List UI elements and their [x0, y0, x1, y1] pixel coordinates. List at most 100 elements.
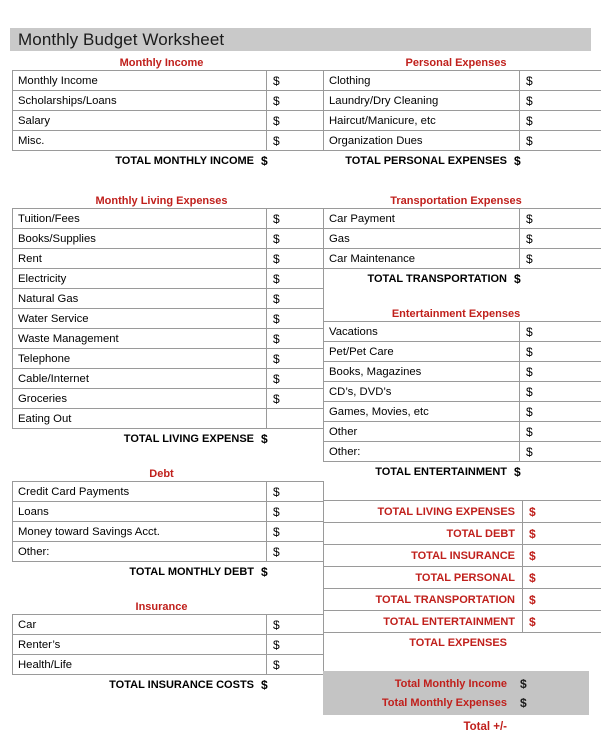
table-row[interactable]: Scholarships/Loans $	[12, 90, 324, 111]
row-value[interactable]: $	[266, 348, 324, 369]
table-row[interactable]: Water Service $	[12, 308, 324, 329]
table-row[interactable]: Vacations $	[323, 321, 601, 342]
table-row[interactable]: Other $	[323, 421, 601, 442]
table-row[interactable]: Groceries $	[12, 388, 324, 409]
summary-value[interactable]: $	[522, 610, 601, 633]
summary-value[interactable]: $	[522, 544, 601, 567]
table-row[interactable]: Games, Movies, etc $	[323, 401, 601, 422]
summary-value[interactable]: $	[522, 588, 601, 611]
table-row[interactable]: Eating Out	[12, 408, 324, 429]
total-value[interactable]: $	[514, 272, 521, 286]
row-value[interactable]: $	[519, 130, 601, 151]
row-value[interactable]: $	[266, 130, 324, 151]
row-value[interactable]: $	[519, 341, 601, 362]
total-label: TOTAL TRANSPORTATION	[367, 272, 507, 285]
table-row[interactable]: Clothing $	[323, 70, 601, 91]
row-value[interactable]: $	[266, 308, 324, 329]
grand-total-value[interactable]: $	[514, 696, 527, 710]
table-row[interactable]: Renter’s $	[12, 634, 324, 655]
summary-value[interactable]: $	[522, 522, 601, 545]
row-value[interactable]: $	[519, 441, 601, 462]
table-row[interactable]: Money toward Savings Acct. $	[12, 521, 324, 542]
table-row[interactable]: Car $	[12, 614, 324, 635]
table-row[interactable]: Health/Life $	[12, 654, 324, 675]
row-value[interactable]: $	[519, 421, 601, 442]
row-value[interactable]: $	[519, 228, 601, 249]
row-value[interactable]: $	[519, 70, 601, 91]
table-row[interactable]: Natural Gas $	[12, 288, 324, 309]
row-value[interactable]: $	[519, 321, 601, 342]
row-value[interactable]	[266, 408, 324, 429]
row-value[interactable]: $	[519, 401, 601, 422]
table-row[interactable]: Haircut/Manicure, etc $	[323, 110, 601, 131]
table-debt: Credit Card Payments $ Loans $ Money tow…	[12, 481, 324, 562]
table-row[interactable]: Other: $	[323, 441, 601, 462]
table-row[interactable]: Cable/Internet $	[12, 368, 324, 389]
table-row[interactable]: Car Payment $	[323, 208, 601, 229]
table-row[interactable]: Electricity $	[12, 268, 324, 289]
total-value[interactable]: $	[261, 678, 268, 692]
row-value[interactable]: $	[519, 208, 601, 229]
table-row[interactable]: Car Maintenance $	[323, 248, 601, 269]
table-row[interactable]: TOTAL ENTERTAINMENT $	[323, 610, 601, 633]
section-heading-insurance: Insurance	[135, 601, 188, 613]
row-value[interactable]: $	[266, 228, 324, 249]
row-value[interactable]: $	[266, 268, 324, 289]
summary-value[interactable]: $	[522, 500, 601, 523]
table-row[interactable]: Books, Magazines $	[323, 361, 601, 382]
table-row[interactable]: CD’s, DVD’s $	[323, 381, 601, 402]
summary-label: TOTAL ENTERTAINMENT	[323, 610, 523, 633]
table-row[interactable]: TOTAL PERSONAL $	[323, 566, 601, 589]
row-value[interactable]: $	[519, 381, 601, 402]
row-value[interactable]: $	[266, 328, 324, 349]
table-row[interactable]: Rent $	[12, 248, 324, 269]
total-value[interactable]: $	[514, 154, 521, 168]
grand-total-row-income[interactable]: Total Monthly Income $	[323, 674, 589, 693]
total-value[interactable]: $	[261, 565, 268, 579]
table-row[interactable]: Loans $	[12, 501, 324, 522]
row-value[interactable]: $	[266, 70, 324, 91]
table-row[interactable]: Salary $	[12, 110, 324, 131]
total-value[interactable]: $	[514, 465, 521, 479]
row-value[interactable]: $	[266, 654, 324, 675]
row-value[interactable]: $	[266, 110, 324, 131]
summary-value[interactable]: $	[522, 566, 601, 589]
table-row[interactable]: TOTAL INSURANCE $	[323, 544, 601, 567]
table-row[interactable]: Tuition/Fees $	[12, 208, 324, 229]
row-value[interactable]: $	[266, 501, 324, 522]
row-value[interactable]: $	[266, 521, 324, 542]
table-row[interactable]: Misc. $	[12, 130, 324, 151]
row-value[interactable]: $	[266, 634, 324, 655]
table-row[interactable]: Gas $	[323, 228, 601, 249]
row-value[interactable]: $	[519, 90, 601, 111]
table-row[interactable]: Laundry/Dry Cleaning $	[323, 90, 601, 111]
table-row[interactable]: TOTAL LIVING EXPENSES $	[323, 500, 601, 523]
grand-total-row-expenses[interactable]: Total Monthly Expenses $	[323, 693, 589, 712]
grand-total-value[interactable]: $	[514, 677, 527, 691]
table-row[interactable]: TOTAL TRANSPORTATION $	[323, 588, 601, 611]
row-value[interactable]: $	[266, 481, 324, 502]
row-value[interactable]: $	[519, 110, 601, 131]
table-row[interactable]: Pet/Pet Care $	[323, 341, 601, 362]
total-value[interactable]: $	[261, 432, 268, 446]
row-value[interactable]: $	[266, 541, 324, 562]
row-value[interactable]: $	[519, 361, 601, 382]
row-value[interactable]: $	[266, 248, 324, 269]
row-value[interactable]: $	[266, 614, 324, 635]
row-value[interactable]: $	[266, 90, 324, 111]
row-label: CD’s, DVD’s	[323, 381, 520, 402]
table-row[interactable]: TOTAL DEBT $	[323, 522, 601, 545]
row-value[interactable]: $	[266, 208, 324, 229]
table-row[interactable]: Other: $	[12, 541, 324, 562]
table-row[interactable]: Credit Card Payments $	[12, 481, 324, 502]
table-row[interactable]: Organization Dues $	[323, 130, 601, 151]
row-value[interactable]: $	[266, 368, 324, 389]
row-value[interactable]: $	[266, 388, 324, 409]
table-row[interactable]: Monthly Income $	[12, 70, 324, 91]
row-value[interactable]: $	[266, 288, 324, 309]
total-value[interactable]: $	[261, 154, 268, 168]
table-row[interactable]: Waste Management $	[12, 328, 324, 349]
table-row[interactable]: Books/Supplies $	[12, 228, 324, 249]
table-row[interactable]: Telephone $	[12, 348, 324, 369]
row-value[interactable]: $	[519, 248, 601, 269]
